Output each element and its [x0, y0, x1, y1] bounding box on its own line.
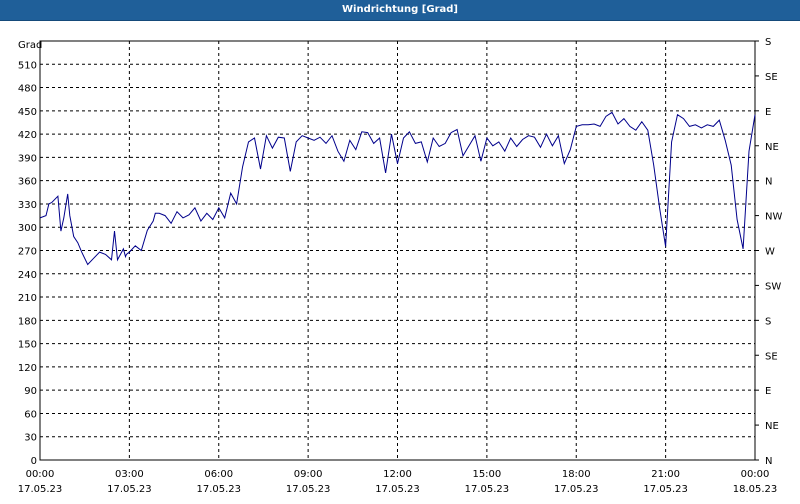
x-tick-time: 00:00 [741, 469, 770, 480]
y-tick-label: 420 [18, 130, 37, 141]
right-axis-label: E [765, 107, 771, 118]
right-axis-label: NW [765, 212, 782, 223]
right-axis-label: E [765, 386, 771, 397]
x-tick-date: 18.05.23 [733, 484, 778, 495]
right-axis-label: S [765, 316, 771, 327]
x-tick-time: 06:00 [204, 469, 233, 480]
x-tick-date: 17.05.23 [18, 484, 63, 495]
y-tick-label: 270 [18, 247, 37, 258]
y-tick-label: 510 [18, 60, 37, 71]
y-tick-label: 60 [24, 409, 37, 420]
x-tick-time: 12:00 [383, 469, 412, 480]
y-tick-label: 450 [18, 107, 37, 118]
y-tick-label: 360 [18, 177, 37, 188]
chart-title-bar: Windrichtung [Grad] [0, 0, 800, 21]
right-axis-label: S [765, 37, 771, 48]
right-axis-label: NE [765, 421, 779, 432]
label-layer: 0 30 60 90 120 150 180 210 240 270 300 330 360 390 420… [18, 37, 783, 495]
y-tick-label: 0 [31, 456, 37, 467]
x-tick-date: 17.05.23 [465, 484, 510, 495]
y-tick-label: 30 [24, 433, 37, 444]
y-axis-label: Grad [18, 40, 42, 51]
x-tick-time: 00:00 [26, 469, 55, 480]
axis-layer [39, 40, 759, 461]
y-tick-label: 180 [18, 316, 37, 327]
right-axis-label: NE [765, 142, 779, 153]
x-tick-time: 18:00 [562, 469, 591, 480]
x-tick-date: 17.05.23 [643, 484, 688, 495]
y-tick-label: 120 [18, 363, 37, 374]
x-tick-date: 17.05.23 [107, 484, 152, 495]
x-tick-time: 09:00 [294, 469, 323, 480]
wind-direction-chart: 0 30 60 90 120 150 180 210 240 270 300 330 360 390 420… [18, 37, 783, 495]
y-tick-label: 480 [18, 84, 37, 95]
grid-layer [40, 41, 755, 460]
x-tick-time: 21:00 [651, 469, 680, 480]
y-tick-label: 330 [18, 200, 37, 211]
x-tick-date: 17.05.23 [375, 484, 420, 495]
y-tick-label: 210 [18, 293, 37, 304]
right-axis-label: W [765, 247, 775, 258]
x-tick-time: 15:00 [472, 469, 501, 480]
y-tick-label: 90 [24, 386, 37, 397]
x-tick-date: 17.05.23 [286, 484, 331, 495]
right-axis-label: SE [765, 351, 778, 362]
chart-area: 0 30 60 90 120 150 180 210 240 270 300 330 360 390 420… [0, 21, 800, 500]
right-axis-label: N [765, 456, 772, 467]
x-tick-time: 03:00 [115, 469, 144, 480]
right-axis-label: N [765, 177, 772, 188]
right-axis-label: SW [765, 281, 781, 292]
y-tick-label: 390 [18, 153, 37, 164]
chart-title: Windrichtung [Grad] [342, 4, 458, 15]
x-tick-date: 17.05.23 [196, 484, 241, 495]
y-tick-label: 240 [18, 270, 37, 281]
y-tick-label: 150 [18, 340, 37, 351]
right-axis-label: SE [765, 72, 778, 83]
x-tick-date: 17.05.23 [554, 484, 599, 495]
y-tick-label: 300 [18, 223, 37, 234]
